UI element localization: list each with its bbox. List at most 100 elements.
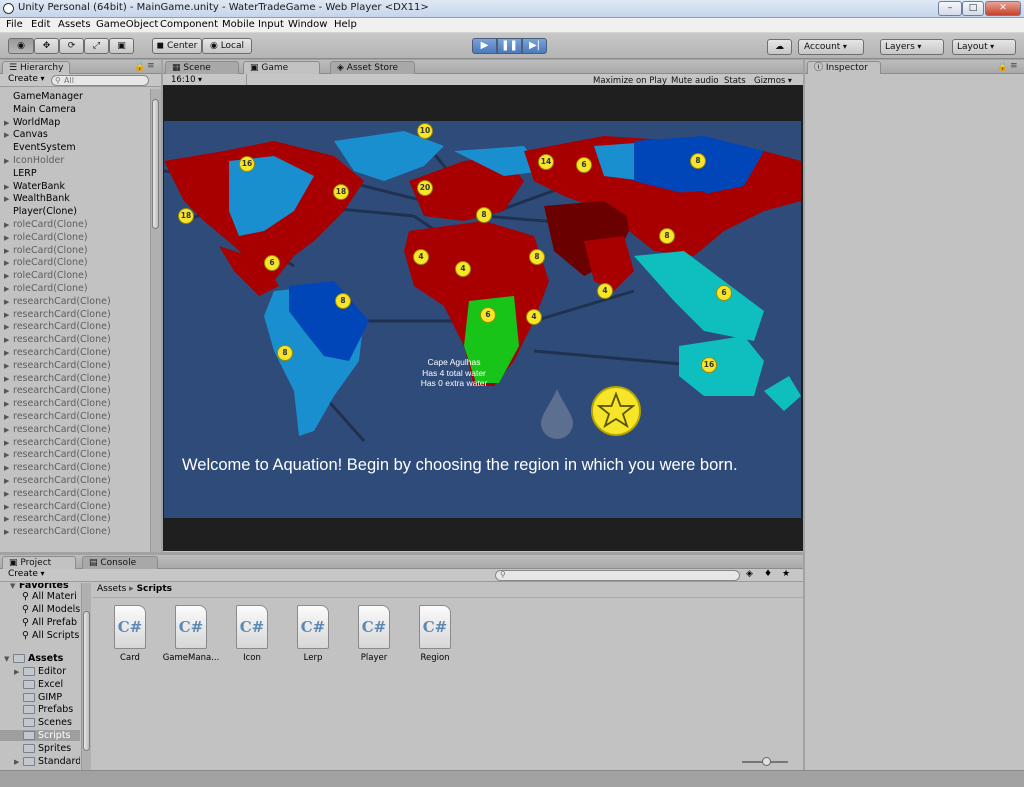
account-dropdown[interactable]: Account — [798, 39, 864, 55]
hierarchy-item[interactable]: ▶ researchCard(Clone) — [4, 309, 111, 320]
expand-arrow-icon[interactable]: ▶ — [4, 490, 13, 498]
folder-item[interactable]: Excel — [14, 679, 63, 690]
folder-item[interactable]: GIMP — [14, 692, 62, 703]
project-create-dropdown[interactable]: Create — [8, 569, 44, 579]
script-file[interactable]: C# Lerp — [283, 605, 343, 663]
hierarchy-item[interactable]: ▶ researchCard(Clone) — [4, 449, 111, 460]
filter-type-icon[interactable]: ◈ — [746, 569, 753, 579]
close-button[interactable]: ✕ — [985, 1, 1021, 16]
hierarchy-item[interactable]: EventSystem — [4, 142, 76, 153]
region-marker[interactable]: 18 — [178, 208, 194, 224]
region-marker[interactable]: 4 — [526, 309, 542, 325]
expand-arrow-icon[interactable]: ▶ — [4, 515, 13, 523]
region-marker[interactable]: 6 — [716, 285, 732, 301]
tab-project[interactable]: ▣ Project — [2, 556, 76, 569]
lock-icon[interactable]: 🔒 — [134, 62, 145, 72]
expand-arrow-icon[interactable]: ▶ — [14, 668, 23, 676]
tab-game[interactable]: ▣ Game — [243, 61, 320, 74]
icon-size-slider-handle[interactable] — [762, 757, 771, 766]
region-marker[interactable]: 6 — [480, 307, 496, 323]
hierarchy-search-input[interactable]: ⚲ All — [51, 75, 149, 86]
region-marker[interactable]: 8 — [529, 249, 545, 265]
favorite-star-icon[interactable]: ★ — [782, 569, 790, 579]
hierarchy-item[interactable]: ▶ Canvas — [4, 129, 48, 140]
script-file[interactable]: C# Player — [344, 605, 404, 663]
rotate-tool-button[interactable]: ⟳ — [59, 38, 84, 54]
breadcrumb-assets[interactable]: Assets — [97, 584, 126, 594]
panel-menu-icon[interactable]: ≡ — [147, 61, 155, 71]
hierarchy-item[interactable]: Main Camera — [4, 104, 76, 115]
play-button[interactable]: ▶ — [472, 38, 497, 54]
favorite-item[interactable]: ⚲ All Models — [22, 604, 80, 615]
menu-help[interactable]: Help — [334, 19, 357, 30]
menu-window[interactable]: Window — [288, 19, 327, 30]
hierarchy-create-dropdown[interactable]: Create — [8, 74, 44, 84]
region-marker[interactable]: 4 — [597, 283, 613, 299]
tab-console[interactable]: ▤ Console — [82, 556, 158, 569]
region-new-zealand[interactable] — [764, 376, 801, 411]
folder-tree-scroll-thumb[interactable] — [83, 611, 90, 751]
expand-arrow-icon[interactable]: ▶ — [4, 375, 13, 383]
folder-item[interactable]: ▶ Editor — [14, 666, 66, 677]
menu-gameobject[interactable]: GameObject — [96, 19, 158, 30]
expand-arrow-icon[interactable]: ▶ — [4, 221, 13, 229]
hierarchy-item[interactable]: ▶ researchCard(Clone) — [4, 424, 111, 435]
region-australia[interactable] — [679, 336, 764, 396]
hierarchy-item[interactable]: ▶ IconHolder — [4, 155, 64, 166]
hierarchy-item[interactable]: ▶ researchCard(Clone) — [4, 373, 111, 384]
expand-arrow-icon[interactable]: ▶ — [4, 400, 13, 408]
expand-arrow-icon[interactable]: ▶ — [4, 336, 13, 344]
rect-tool-button[interactable]: ▣ — [109, 38, 134, 54]
pause-button[interactable]: ❚❚ — [497, 38, 522, 54]
expand-arrow-icon[interactable]: ▶ — [4, 323, 13, 331]
script-file[interactable]: C# Icon — [222, 605, 282, 663]
hierarchy-item[interactable]: ▶ researchCard(Clone) — [4, 385, 111, 396]
hierarchy-item[interactable]: ▶ researchCard(Clone) — [4, 437, 111, 448]
expand-arrow-icon[interactable]: ▶ — [4, 259, 13, 267]
region-marker[interactable]: 4 — [455, 261, 471, 277]
expand-arrow-icon[interactable]: ▶ — [4, 451, 13, 459]
panel-menu-icon[interactable]: ≡ — [1010, 61, 1018, 71]
hierarchy-item[interactable]: ▶ researchCard(Clone) — [4, 513, 111, 524]
breadcrumb-scripts[interactable]: Scripts — [137, 584, 172, 594]
favorites-header[interactable]: ▼ Favorites — [10, 583, 69, 591]
expand-arrow-icon[interactable]: ▶ — [4, 387, 13, 395]
space-local-toggle[interactable]: ◉ Local — [202, 38, 252, 54]
folder-tree-scrollbar[interactable] — [81, 583, 91, 770]
menu-assets[interactable]: Assets — [58, 19, 91, 30]
expand-arrow-icon[interactable]: ▶ — [4, 234, 13, 242]
expand-arrow-icon[interactable]: ▶ — [14, 758, 23, 766]
expand-arrow-icon[interactable]: ▶ — [4, 131, 13, 139]
assets-header[interactable]: ▼ Assets — [4, 653, 63, 664]
expand-arrow-icon[interactable]: ▶ — [4, 413, 13, 421]
expand-arrow-icon[interactable]: ▶ — [4, 439, 13, 447]
folder-item[interactable]: Scenes — [14, 717, 72, 728]
hierarchy-scrollbar[interactable] — [150, 89, 161, 552]
hierarchy-item[interactable]: ▶ researchCard(Clone) — [4, 462, 111, 473]
tab-hierarchy[interactable]: ☰ Hierarchy — [2, 61, 71, 74]
expand-arrow-icon[interactable]: ▶ — [4, 119, 13, 127]
expand-arrow-icon[interactable]: ▶ — [4, 426, 13, 434]
expand-arrow-icon[interactable]: ▶ — [4, 272, 13, 280]
region-marker[interactable]: 16 — [701, 357, 717, 373]
hierarchy-item[interactable]: ▶ researchCard(Clone) — [4, 398, 111, 409]
region-marker[interactable]: 8 — [277, 345, 293, 361]
game-canvas[interactable]: 10 16 14 6 8 18 20 18 8 6 4 4 8 8 8 6 4 … — [164, 121, 801, 518]
layout-dropdown[interactable]: Layout — [952, 39, 1016, 55]
hierarchy-item[interactable]: ▶ researchCard(Clone) — [4, 501, 111, 512]
hierarchy-item[interactable]: ▶ roleCard(Clone) — [4, 232, 88, 243]
view-tool-button[interactable]: ◉ — [8, 38, 34, 54]
hierarchy-item[interactable]: ▶ roleCard(Clone) — [4, 270, 88, 281]
cloud-button[interactable]: ☁ — [767, 39, 792, 55]
region-marker[interactable]: 14 — [538, 154, 554, 170]
menu-file[interactable]: File — [6, 19, 23, 30]
expand-arrow-icon[interactable]: ▶ — [4, 311, 13, 319]
tab-scene[interactable]: ▦ Scene — [165, 61, 239, 74]
hierarchy-item[interactable]: ▶ researchCard(Clone) — [4, 488, 111, 499]
hierarchy-item[interactable]: LERP — [4, 168, 37, 179]
script-file[interactable]: C# Region — [405, 605, 465, 663]
favorite-item[interactable]: ⚲ All Scripts — [22, 630, 79, 641]
region-marker[interactable]: 18 — [333, 184, 349, 200]
hierarchy-item[interactable]: ▶ roleCard(Clone) — [4, 283, 88, 294]
favorite-item[interactable]: ⚲ All Prefab — [22, 617, 77, 628]
